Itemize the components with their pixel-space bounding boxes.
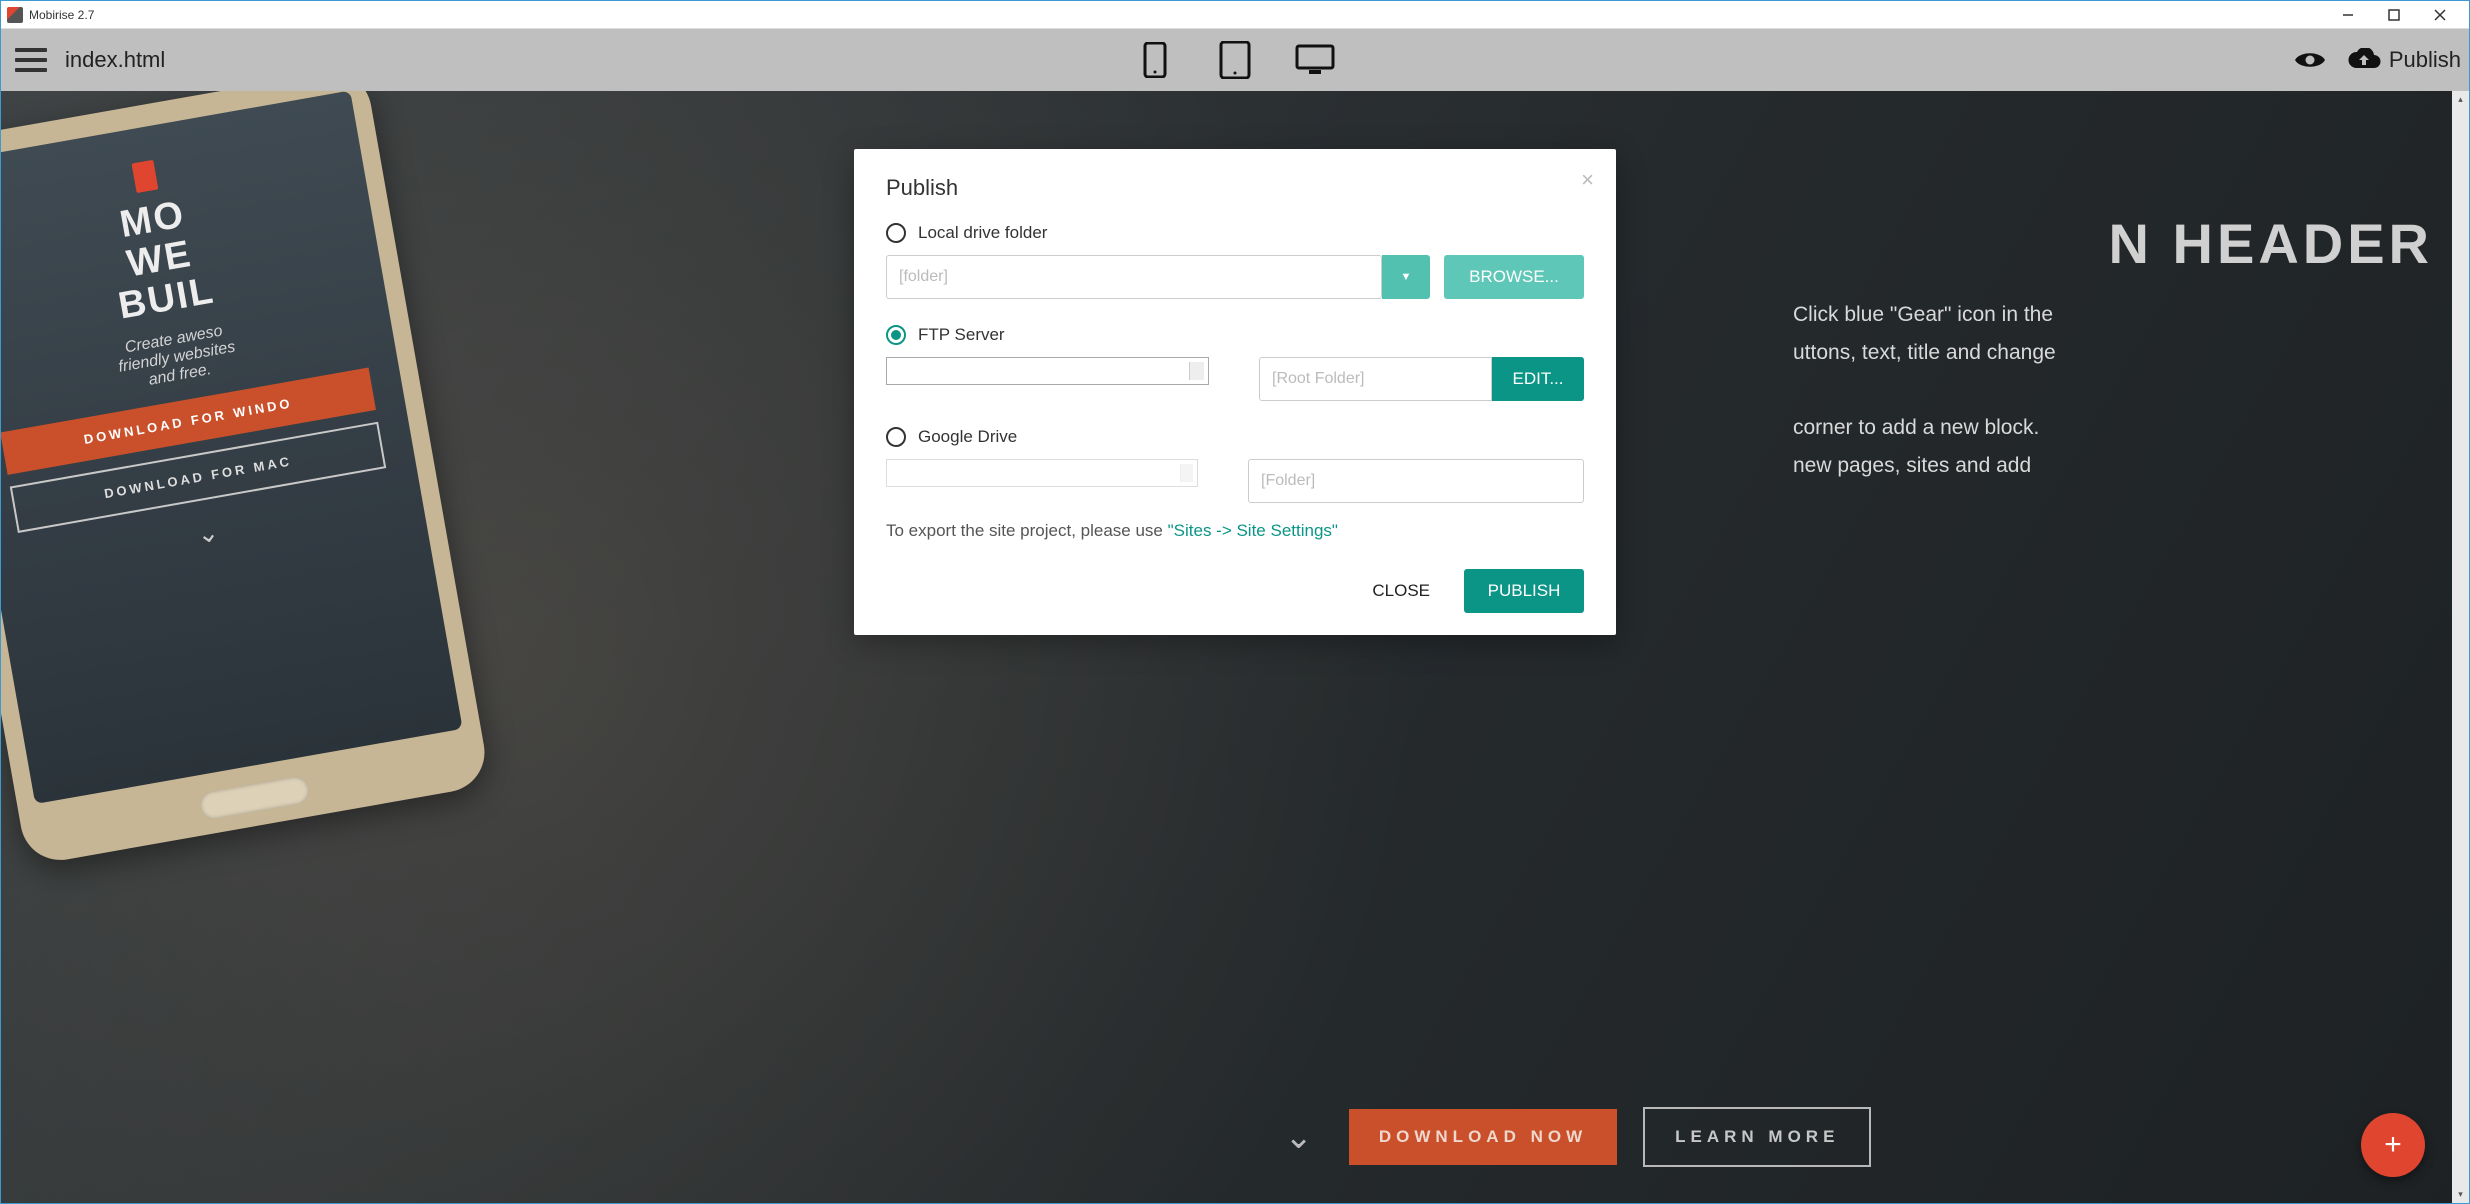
desktop-view-icon[interactable]: [1293, 38, 1337, 82]
ftp-label: FTP Server: [918, 325, 1005, 345]
radio-google-drive[interactable]: [886, 427, 906, 447]
learn-more-button[interactable]: LEARN MORE: [1643, 1107, 1871, 1167]
ftp-root-folder-input[interactable]: [1259, 357, 1492, 401]
main-toolbar: index.html Publish: [1, 29, 2469, 91]
local-drive-label: Local drive folder: [918, 223, 1047, 243]
hero-section: N HEADER Click blue "Gear" icon in the u…: [1793, 211, 2433, 485]
hero-heading: N HEADER: [1793, 211, 2433, 276]
local-folder-dropdown[interactable]: ▼: [1382, 255, 1430, 299]
publish-submit-button[interactable]: PUBLISH: [1464, 569, 1584, 613]
ftp-edit-button[interactable]: EDIT...: [1492, 357, 1584, 401]
ftp-server-select[interactable]: [886, 357, 1209, 385]
plus-icon: +: [2384, 1128, 2402, 1162]
titlebar: Mobirise 2.7: [1, 1, 2469, 29]
window-close-button[interactable]: [2417, 1, 2463, 29]
preview-icon[interactable]: [2293, 43, 2327, 77]
local-folder-input[interactable]: [886, 255, 1382, 299]
option-google-drive: Google Drive: [886, 427, 1584, 503]
gdrive-account-select[interactable]: [886, 459, 1198, 487]
app-title: Mobirise 2.7: [29, 8, 94, 22]
radio-ftp[interactable]: [886, 325, 906, 345]
dialog-close-icon[interactable]: ×: [1581, 167, 1594, 193]
publish-dialog: Publish × Local drive folder ▼ BROWSE...: [854, 149, 1616, 635]
dialog-actions: CLOSE PUBLISH: [886, 569, 1584, 613]
scroll-up-icon[interactable]: ▴: [2452, 91, 2469, 108]
mobile-view-icon[interactable]: [1133, 38, 1177, 82]
dialog-title: Publish: [886, 175, 1584, 201]
radio-local-drive[interactable]: [886, 223, 906, 243]
download-now-button[interactable]: DOWNLOAD NOW: [1349, 1109, 1617, 1165]
cta-row: ⌄ DOWNLOAD NOW LEARN MORE: [1284, 1107, 1871, 1167]
page-name[interactable]: index.html: [65, 47, 165, 73]
window-maximize-button[interactable]: [2371, 1, 2417, 29]
add-block-button[interactable]: +: [2361, 1113, 2425, 1177]
content-area: MO WE BUIL Create aweso friendly website…: [1, 91, 2469, 1203]
upload-icon: [2347, 43, 2381, 77]
export-note: To export the site project, please use "…: [886, 521, 1584, 541]
chevron-down-icon[interactable]: ⌄: [1284, 1117, 1313, 1157]
device-switcher: [1133, 29, 1337, 91]
app-window: Mobirise 2.7 index.html: [0, 0, 2470, 1204]
tablet-view-icon[interactable]: [1213, 38, 1257, 82]
window-minimize-button[interactable]: [2325, 1, 2371, 29]
option-ftp: FTP Server EDIT...: [886, 325, 1584, 401]
publish-label: Publish: [2389, 47, 2461, 73]
option-local-drive: Local drive folder ▼ BROWSE...: [886, 223, 1584, 299]
close-button[interactable]: CLOSE: [1352, 569, 1450, 613]
gdrive-folder-input[interactable]: [1248, 459, 1584, 503]
vertical-scrollbar[interactable]: ▴ ▾: [2452, 91, 2469, 1203]
phone-home-button: [198, 775, 311, 822]
google-drive-label: Google Drive: [918, 427, 1017, 447]
publish-button[interactable]: Publish: [2347, 43, 2461, 77]
browse-button[interactable]: BROWSE...: [1444, 255, 1584, 299]
scroll-down-icon[interactable]: ▾: [2452, 1186, 2469, 1203]
app-icon: [7, 7, 23, 23]
site-settings-link[interactable]: "Sites -> Site Settings": [1168, 521, 1338, 540]
menu-icon[interactable]: [15, 48, 47, 72]
